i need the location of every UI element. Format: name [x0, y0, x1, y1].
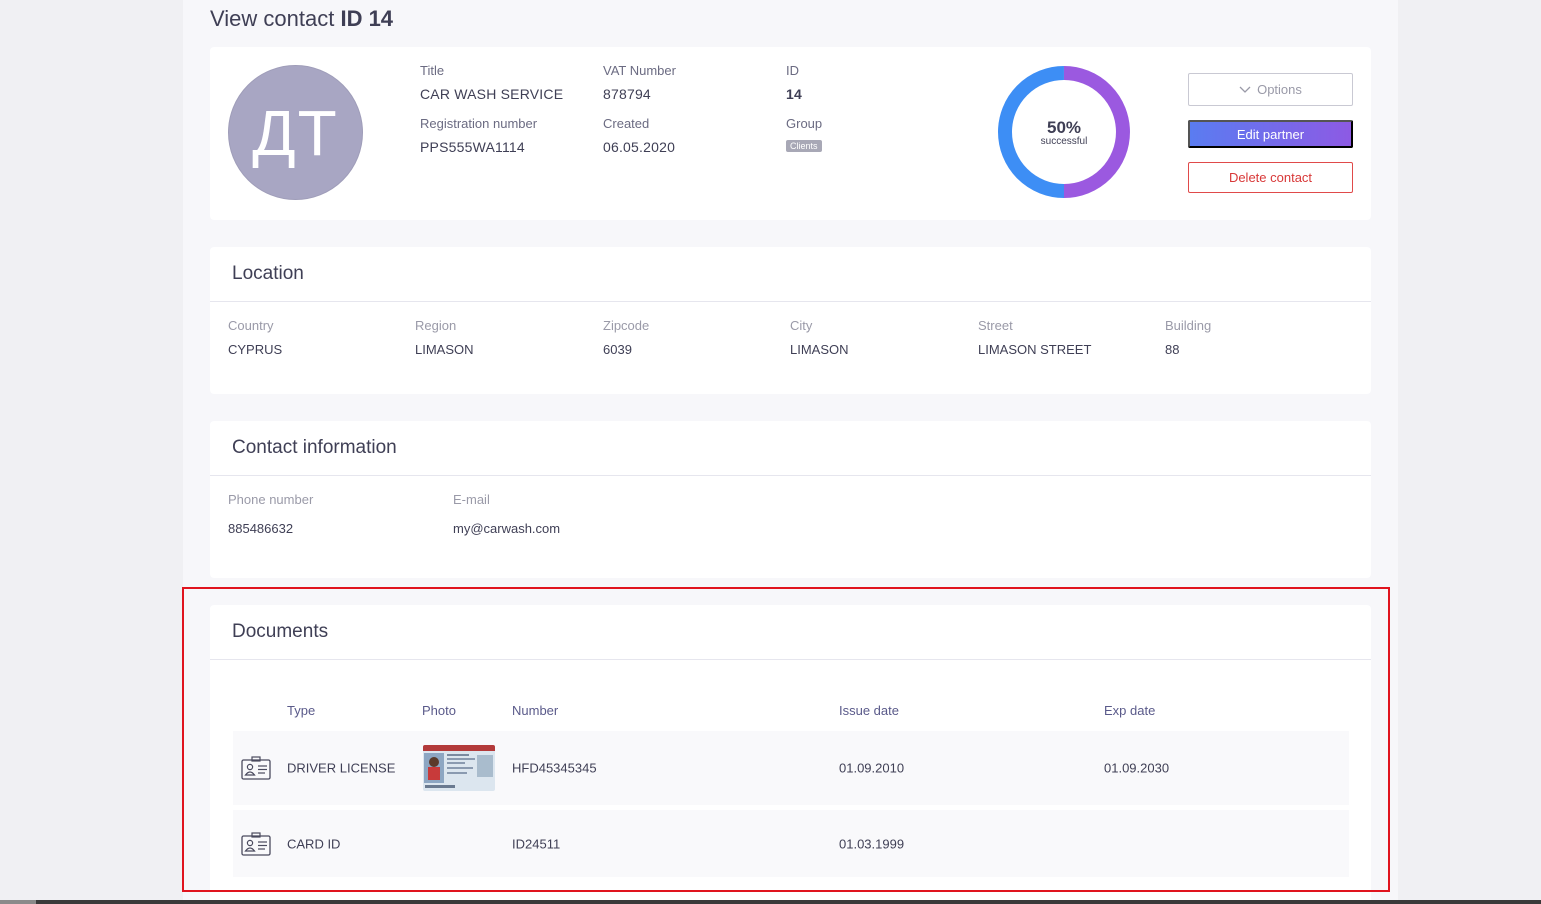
location-heading-text: Location — [232, 263, 304, 284]
field-title-label: Title — [420, 63, 445, 78]
license-photo-thumbnail[interactable] — [423, 745, 495, 791]
location-building-value: 88 — [1165, 342, 1180, 357]
field-id-value: 14 — [786, 86, 802, 102]
license-photo-image — [423, 745, 495, 791]
field-registration: Registration number PPS555WA1114 — [420, 116, 537, 155]
location-street-label: Street — [978, 318, 1013, 333]
location-region-value: LIMASON — [415, 342, 474, 357]
location-heading: Location — [210, 247, 1371, 302]
avatar: ДТ — [228, 65, 363, 200]
field-title: Title CAR WASH SERVICE — [420, 63, 563, 102]
field-title-value: CAR WASH SERVICE — [420, 86, 564, 102]
contact-info-card: Contact information Phone number 8854866… — [210, 421, 1371, 578]
bottom-bar-segment — [0, 900, 36, 904]
avatar-initials: ДТ — [252, 96, 339, 169]
profile-card: ДТ Title CAR WASH SERVICE VAT Number 878… — [210, 47, 1371, 220]
id-card-icon — [241, 756, 271, 780]
location-card: Location Country CYPRUS Region LIMASON Z… — [210, 247, 1371, 394]
doc-issue-date: 01.03.1999 — [839, 836, 905, 851]
documents-heading-text: Documents — [232, 621, 329, 642]
location-country-label: Country — [228, 318, 274, 333]
field-vat: VAT Number 878794 — [603, 63, 676, 102]
page-title-id: ID 14 — [340, 6, 394, 31]
location-city-value: LIMASON — [790, 342, 849, 357]
donut-label: 50% successful — [998, 66, 1130, 198]
location-street-value: LIMASON STREET — [978, 342, 1092, 357]
options-label: Options — [1257, 82, 1302, 97]
contact-heading: Contact information — [210, 421, 1371, 476]
field-group: Group Clients — [786, 116, 822, 154]
field-vat-label: VAT Number — [603, 63, 676, 78]
id-card-icon — [241, 831, 271, 856]
location-region-label: Region — [415, 318, 457, 333]
documents-card: Documents Type Photo Number Issue date E… — [210, 605, 1371, 904]
field-vat-value: 878794 — [603, 86, 651, 102]
delete-contact-button[interactable]: Delete contact — [1188, 162, 1353, 193]
documents-heading: Documents — [210, 605, 1371, 660]
doc-number: ID24511 — [512, 836, 561, 851]
field-id: ID 14 — [786, 63, 802, 102]
doc-number: HFD45345345 — [512, 760, 597, 776]
column-header-type[interactable]: Type — [287, 703, 315, 718]
field-id-label: ID — [786, 63, 799, 78]
column-header-number[interactable]: Number — [512, 703, 558, 718]
table-row[interactable]: DRIVER LICENSE HFD45345345 01.09.2010 01… — [233, 731, 1349, 805]
location-city-label: City — [790, 318, 813, 333]
edit-partner-label: Edit partner — [1236, 126, 1305, 142]
doc-type: CARD ID — [287, 836, 341, 851]
field-created-label: Created — [603, 116, 650, 131]
email-value: my@carwash.com — [453, 521, 561, 536]
column-header-issue-date[interactable]: Issue date — [839, 703, 899, 718]
doc-issue-date: 01.09.2010 — [839, 760, 905, 776]
contact-heading-text: Contact information — [232, 437, 397, 458]
phone-value: 885486632 — [228, 521, 294, 536]
page-container: View contact ID 14 ДТ Title CAR WASH SER… — [183, 0, 1398, 904]
chevron-down-icon — [1239, 86, 1251, 93]
email-label: E-mail — [453, 492, 490, 507]
table-row[interactable]: CARD ID ID24511 01.03.1999 — [233, 810, 1349, 877]
location-zipcode-label: Zipcode — [603, 318, 650, 333]
options-dropdown-button[interactable]: Options — [1188, 73, 1353, 106]
location-zipcode-value: 6039 — [603, 342, 632, 357]
success-percent: 50% — [1046, 117, 1082, 137]
doc-exp-date: 01.09.2030 — [1104, 760, 1170, 776]
delete-contact-label: Delete contact — [1228, 170, 1313, 185]
page-title-prefix: View contact — [210, 6, 341, 31]
column-header-photo[interactable]: Photo — [422, 703, 456, 718]
page-title: View contact ID 14 — [210, 6, 393, 32]
success-caption: successful — [1040, 135, 1088, 147]
doc-type: DRIVER LICENSE — [287, 760, 396, 776]
field-group-label: Group — [786, 116, 823, 131]
edit-partner-button[interactable]: Edit partner — [1188, 120, 1353, 148]
field-created-value: 06.05.2020 — [603, 139, 676, 155]
field-registration-value: PPS555WA1114 — [420, 139, 525, 155]
location-building-label: Building — [1165, 318, 1212, 333]
field-registration-label: Registration number — [420, 116, 538, 131]
location-country-value: CYPRUS — [228, 342, 283, 357]
bottom-bar — [0, 900, 1541, 904]
field-created: Created 06.05.2020 — [603, 116, 675, 155]
column-header-exp-date[interactable]: Exp date — [1104, 703, 1155, 718]
group-badge: Clients — [786, 140, 822, 152]
phone-label: Phone number — [228, 492, 314, 507]
